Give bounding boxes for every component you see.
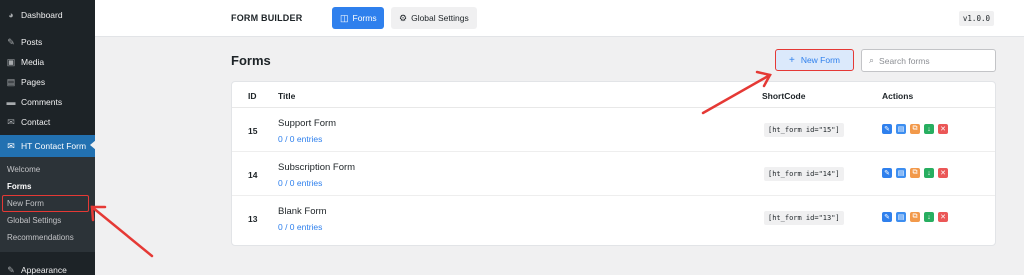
annotation-arrows [90,70,772,258]
arrow-to-new-form-button [701,73,772,115]
arrow-to-new-form-submenu [90,205,154,258]
